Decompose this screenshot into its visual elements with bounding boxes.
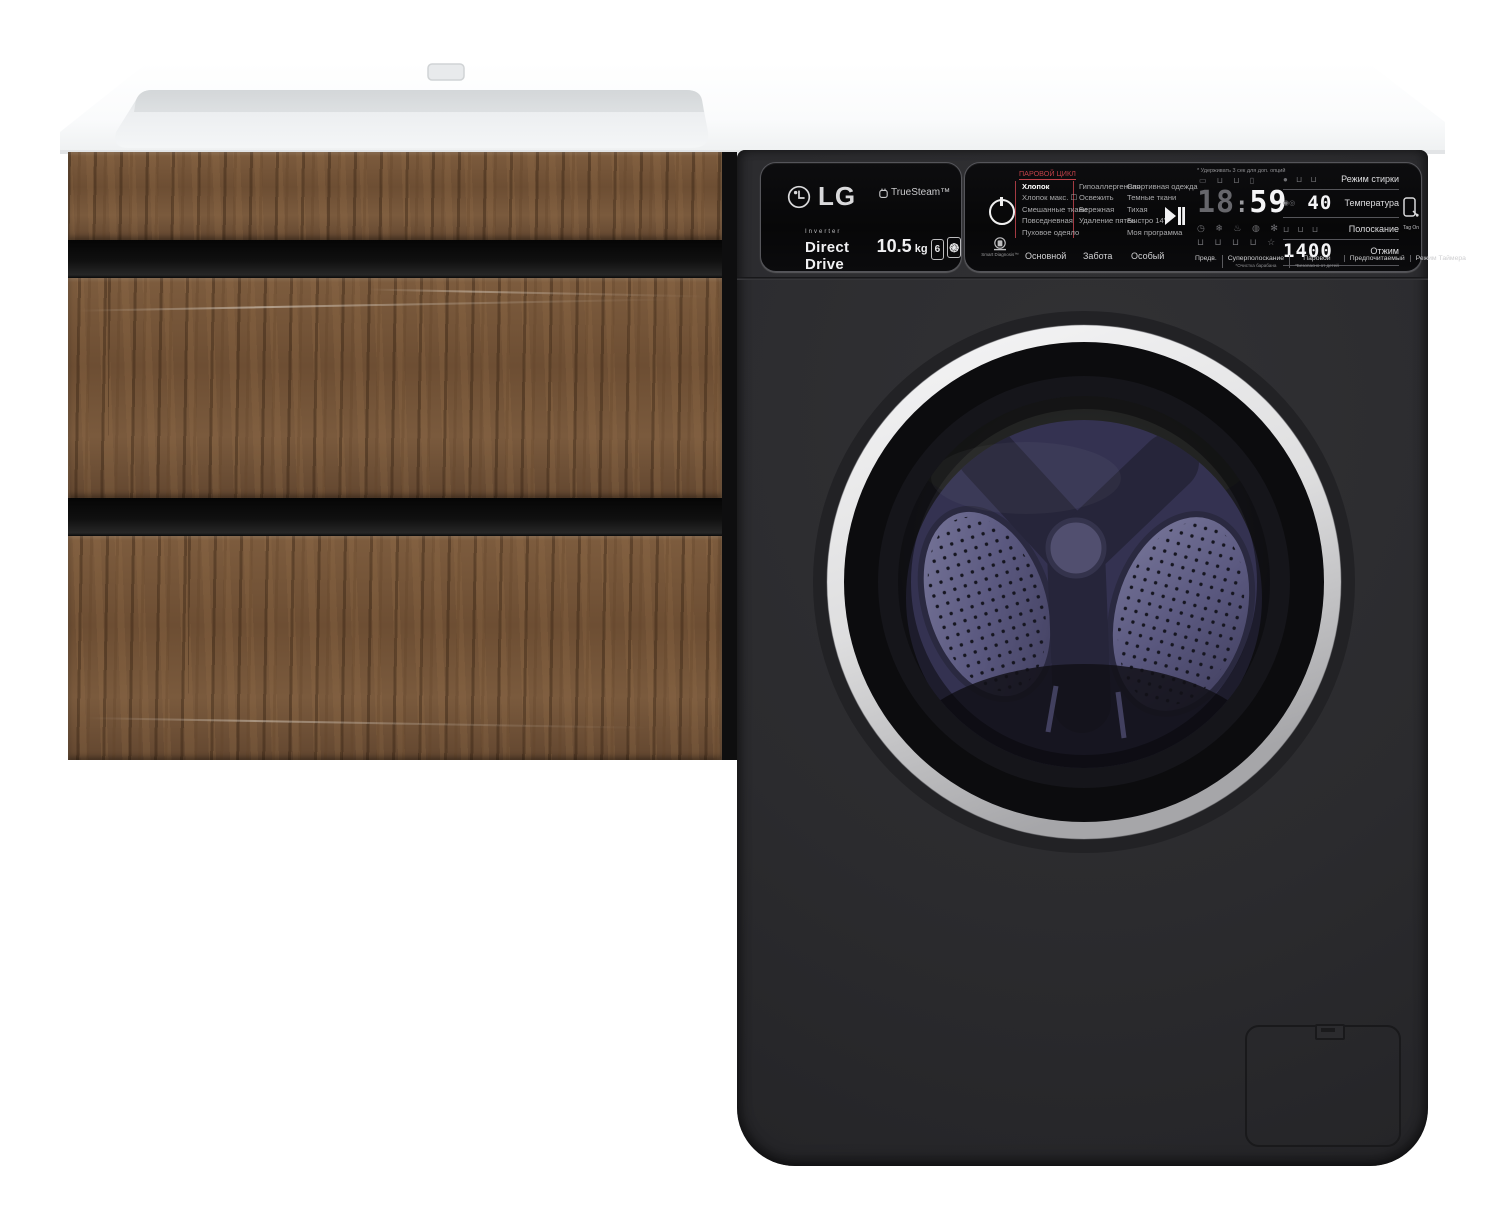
rinse-label: Полоскание: [1349, 224, 1399, 234]
service-flap-latch[interactable]: [1315, 1024, 1345, 1040]
program-item: Смешанные ткани: [1022, 204, 1068, 215]
page-root: { "appliance": { "brand": "LG", "trueste…: [0, 0, 1500, 1215]
truesteam-label: TrueSteam™: [879, 187, 950, 198]
option-label: Паровой: [1295, 255, 1339, 262]
panel-brand-section: LG TrueSteam™ Inverter Direct Drive 10.5…: [760, 162, 962, 272]
sink-basin-inner-shadow: [134, 90, 704, 112]
temperature-row[interactable]: ◉◎ 40 Температура: [1283, 191, 1399, 218]
cabinet-side-shadow: [722, 152, 737, 760]
direct-drive-row: Direct Drive 10.5 kg 6 ֎: [805, 236, 961, 273]
truesteam-text: TrueSteam™: [891, 187, 950, 198]
program-column-steam: Хлопок Хлопок макс. ☐ Смешанные ткани По…: [1015, 181, 1074, 238]
turbowash-spiral-icon: ֎: [947, 237, 961, 258]
program-item: Хлопок: [1022, 181, 1068, 192]
control-panel: LG TrueSteam™ Inverter Direct Drive 10.5…: [760, 162, 1420, 272]
panel-controls-section: Smart Diagnosis™ ПАРОВОЙ ЦИКЛ Хлопок Хло…: [964, 162, 1422, 272]
tag-on[interactable]: Tag On: [1401, 197, 1421, 231]
countertop-sink: [0, 0, 1500, 170]
capacity-unit: kg: [915, 243, 928, 255]
faucet-hole: [428, 64, 464, 80]
wood-streak: [88, 717, 648, 729]
option-sublabel: *Очистка барабана: [1228, 263, 1284, 268]
wash-mode-row[interactable]: ● ⊔ ⊔ Режим стирки: [1283, 171, 1399, 190]
program-item: Моя программа: [1127, 227, 1198, 238]
group-label-care: Забота: [1083, 251, 1112, 261]
option-buttons-row: Предв. Суперполоскание *Очистка барабана…: [1195, 255, 1471, 268]
rinse-row[interactable]: ⊔ ⊔ ⊔ Полоскание: [1283, 221, 1399, 240]
panel-seam: [737, 277, 1428, 280]
drawer-2[interactable]: [68, 536, 722, 760]
time-minutes: 59: [1249, 185, 1287, 220]
program-item: Хлопок макс. ☐: [1022, 192, 1068, 203]
power-button[interactable]: [989, 199, 1015, 225]
option-steam[interactable]: Паровой *Безопасно от детей: [1289, 255, 1344, 268]
cabinet-top-panel: [68, 152, 722, 240]
program-item: Спортивная одежда: [1127, 181, 1198, 192]
option-label: Режим Таймера: [1416, 255, 1466, 262]
smart-diagnosis-icon: [992, 237, 1008, 251]
wash-mode-label: Режим стирки: [1341, 174, 1399, 184]
display-top-icons: ▭ ⊔ ⊔ ▯: [1199, 176, 1258, 185]
drawer-1[interactable]: [68, 278, 722, 498]
option-favorite[interactable]: Предпочитаемый: [1344, 255, 1410, 262]
vanity-cabinet: [68, 152, 722, 760]
time-display: 18:59: [1197, 185, 1288, 220]
capacity-value: 10.5: [877, 236, 912, 257]
option-super-rinse[interactable]: Суперполоскание *Очистка барабана: [1222, 255, 1289, 268]
option-label: Предпочитаемый: [1350, 255, 1405, 262]
truesteam-icon: [879, 188, 888, 198]
option-label: Суперполоскание: [1228, 255, 1284, 262]
temperature-label: Температура: [1344, 198, 1399, 208]
service-flap[interactable]: [1245, 1025, 1401, 1147]
group-label-main: Основной: [1025, 251, 1066, 261]
cabinet-gap-1: [68, 240, 722, 278]
temperature-icons: ◉◎: [1283, 199, 1295, 207]
option-sublabel: *Безопасно от детей: [1295, 263, 1339, 268]
option-label: Предв.: [1195, 255, 1217, 262]
6motion-badge-icon: 6: [931, 239, 945, 260]
lg-face-icon: [787, 185, 811, 209]
wash-mode-icons: ● ⊔ ⊔: [1283, 175, 1320, 184]
brand-text: LG: [818, 181, 856, 212]
direct-drive-text: Direct Drive: [805, 239, 874, 273]
inverter-label: Inverter: [805, 229, 841, 235]
program-item: Пуховое одеяло: [1022, 227, 1068, 238]
group-label-special: Особый: [1131, 251, 1164, 261]
tag-on-label: Tag On: [1401, 225, 1421, 231]
option-prewash[interactable]: Предв.: [1195, 255, 1222, 262]
wood-streak: [78, 298, 678, 312]
status-icons-row2: ⊔ ⊔ ⊔ ⊔ ☆: [1197, 237, 1279, 248]
smart-diagnosis-label: Smart Diagnosis™: [981, 252, 1019, 257]
washer-door[interactable]: [804, 302, 1364, 862]
program-item: Повседневная: [1022, 215, 1068, 226]
tag-on-phone-icon: [1403, 197, 1419, 219]
program-item: Темные ткани: [1127, 192, 1198, 203]
start-pause-button[interactable]: [1163, 205, 1185, 227]
rinse-icons: ⊔ ⊔ ⊔: [1283, 225, 1321, 234]
cabinet-gap-2: [68, 498, 722, 536]
temperature-value: 40: [1307, 192, 1332, 214]
lg-logo: LG: [787, 181, 856, 212]
hold-note: * Удерживать 3 сек для доп. опций: [1197, 168, 1285, 174]
time-colon: :: [1235, 193, 1249, 218]
time-hours: 18: [1197, 185, 1235, 220]
wood-streak: [368, 288, 708, 297]
smart-diagnosis: Smart Diagnosis™: [987, 237, 1013, 257]
option-timer[interactable]: Режим Таймера: [1410, 255, 1471, 262]
status-icons-row1: ◷ ❄ ♨ ◍ ✻: [1197, 223, 1282, 234]
steam-cycle-header: ПАРОВОЙ ЦИКЛ: [1019, 169, 1076, 180]
drum-center-cap: [1048, 520, 1104, 576]
